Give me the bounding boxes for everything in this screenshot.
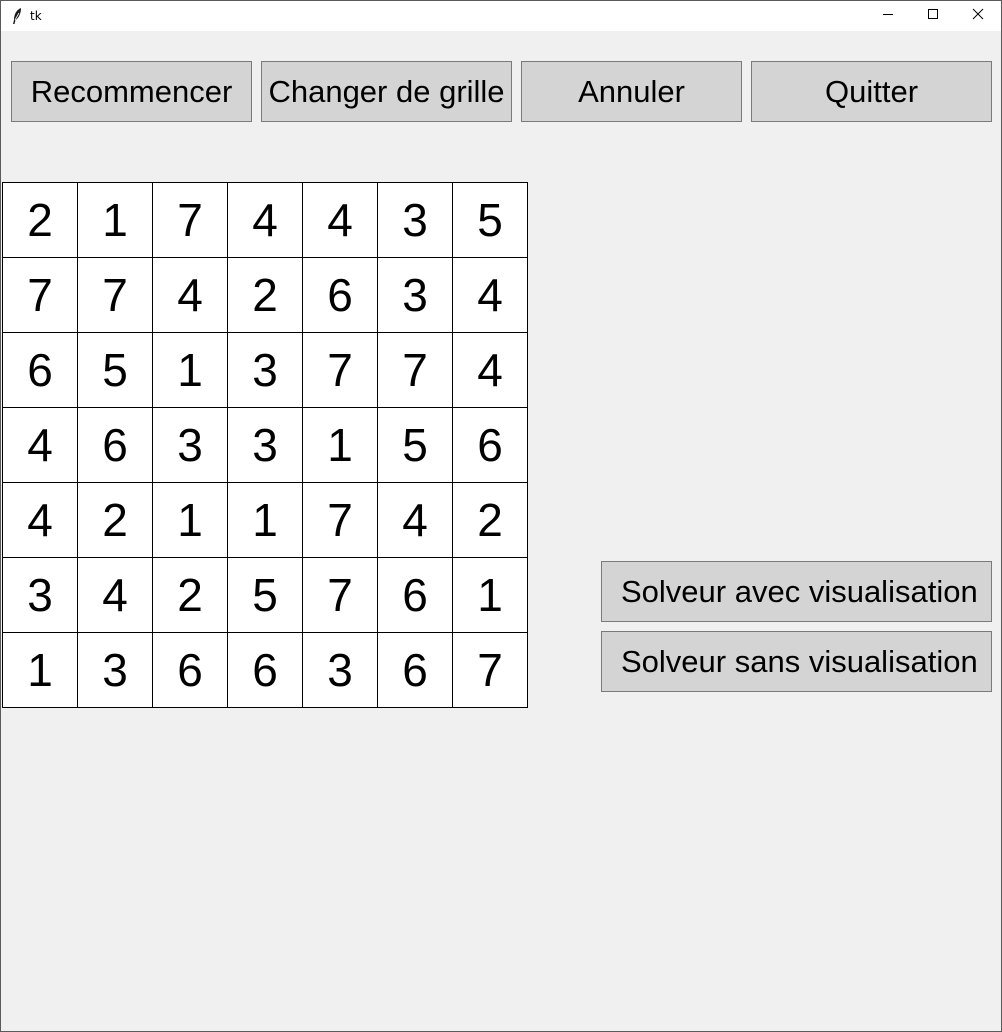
minimize-icon: [882, 7, 894, 25]
grid-cell[interactable]: 6: [3, 333, 78, 408]
grid-cell[interactable]: 3: [303, 633, 378, 708]
grid-cell[interactable]: 5: [453, 183, 528, 258]
solver-without-visualization-button[interactable]: Solveur sans visualisation: [601, 631, 992, 692]
grid-cell[interactable]: 7: [303, 333, 378, 408]
grid-cell[interactable]: 7: [378, 333, 453, 408]
grid-cell[interactable]: 2: [78, 483, 153, 558]
grid-cell[interactable]: 2: [453, 483, 528, 558]
undo-button[interactable]: Annuler: [521, 61, 742, 122]
grid-cell[interactable]: 4: [153, 258, 228, 333]
grid-cell[interactable]: 3: [78, 633, 153, 708]
grid-cell[interactable]: 3: [3, 558, 78, 633]
feather-icon: [10, 7, 26, 25]
number-grid: 2174435774263465137744633156421174234257…: [2, 182, 528, 708]
grid-cell[interactable]: 4: [3, 483, 78, 558]
grid-cell[interactable]: 5: [378, 408, 453, 483]
grid-cell[interactable]: 3: [153, 408, 228, 483]
grid-cell[interactable]: 3: [228, 333, 303, 408]
app-window: tk Recommencer Changer de grille Annuler…: [0, 0, 1002, 1032]
grid-cell[interactable]: 1: [78, 183, 153, 258]
grid-cell[interactable]: 1: [453, 558, 528, 633]
grid-cell[interactable]: 5: [228, 558, 303, 633]
title-bar[interactable]: tk: [1, 1, 1001, 31]
grid-cell[interactable]: 2: [228, 258, 303, 333]
grid-cell[interactable]: 1: [303, 408, 378, 483]
solver-with-visualization-button[interactable]: Solveur avec visualisation: [601, 561, 992, 622]
grid-cell[interactable]: 2: [153, 558, 228, 633]
grid-cell[interactable]: 6: [153, 633, 228, 708]
grid-cell[interactable]: 1: [153, 483, 228, 558]
grid-cell[interactable]: 7: [153, 183, 228, 258]
quit-button[interactable]: Quitter: [751, 61, 992, 122]
grid-cell[interactable]: 6: [378, 633, 453, 708]
restart-button[interactable]: Recommencer: [11, 61, 252, 122]
maximize-icon: [927, 7, 939, 25]
grid-cell[interactable]: 6: [453, 408, 528, 483]
grid-cell[interactable]: 7: [3, 258, 78, 333]
grid-cell[interactable]: 3: [228, 408, 303, 483]
grid-cell[interactable]: 1: [228, 483, 303, 558]
grid-cell[interactable]: 3: [378, 183, 453, 258]
grid-cell[interactable]: 5: [78, 333, 153, 408]
grid-cell[interactable]: 4: [453, 333, 528, 408]
grid-cell[interactable]: 1: [3, 633, 78, 708]
grid-cell[interactable]: 6: [78, 408, 153, 483]
grid-cell[interactable]: 6: [303, 258, 378, 333]
grid-cell[interactable]: 4: [378, 483, 453, 558]
maximize-button[interactable]: [910, 1, 956, 31]
grid-cell[interactable]: 7: [303, 558, 378, 633]
grid-cell[interactable]: 1: [153, 333, 228, 408]
grid-cell[interactable]: 4: [303, 183, 378, 258]
close-icon: [972, 7, 984, 25]
grid-cell[interactable]: 4: [78, 558, 153, 633]
grid-cell[interactable]: 4: [453, 258, 528, 333]
grid-cell[interactable]: 3: [378, 258, 453, 333]
grid-cell[interactable]: 6: [378, 558, 453, 633]
grid-cell[interactable]: 7: [303, 483, 378, 558]
change-grid-button[interactable]: Changer de grille: [261, 61, 512, 122]
grid-cell[interactable]: 2: [3, 183, 78, 258]
grid-cell[interactable]: 7: [453, 633, 528, 708]
grid-cell[interactable]: 7: [78, 258, 153, 333]
grid-cell[interactable]: 4: [3, 408, 78, 483]
close-button[interactable]: [955, 1, 1001, 31]
minimize-button[interactable]: [865, 1, 911, 31]
window-title: tk: [30, 9, 42, 23]
grid-cell[interactable]: 4: [228, 183, 303, 258]
grid-cell[interactable]: 6: [228, 633, 303, 708]
